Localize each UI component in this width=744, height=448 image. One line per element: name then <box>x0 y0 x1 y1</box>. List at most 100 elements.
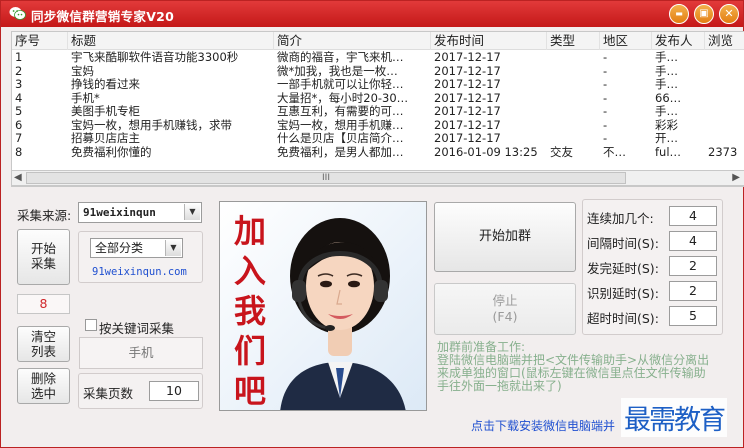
table-row[interactable]: 8 免费福利你懂的 免费福利，是男人都加… 2016-01-09 13:25 交友 不… f… <box>12 146 744 160</box>
source-select[interactable]: 91weixinqun ▼ <box>78 202 202 223</box>
table-cell: 1 <box>15 51 23 64</box>
window-title: 同步微信群营销专家V20 <box>31 9 175 24</box>
pages-group: 采集页数 10 <box>78 373 203 409</box>
table-cell: 3 <box>15 78 23 91</box>
setting-input[interactable]: 2 <box>669 281 717 301</box>
setting-input[interactable]: 5 <box>669 306 717 326</box>
table-row[interactable]: 4 手机* 大量招*，每小时20-30… 2017-12-17 - 66… <box>12 92 744 106</box>
table-cell: 开… <box>655 132 678 145</box>
table-cell <box>705 119 744 133</box>
table-cell: 2017-12-17 <box>434 105 501 118</box>
collected-count: 8 <box>17 294 70 314</box>
column-header-publisher[interactable]: 发布人 <box>652 32 705 50</box>
category-select[interactable]: 全部分类 ▼ <box>90 238 183 258</box>
keyword-input[interactable]: 手机 <box>79 337 203 369</box>
column-header-index[interactable]: 序号 <box>12 32 68 50</box>
table-cell: - <box>603 91 608 105</box>
source-site-link[interactable]: 91weixinqun.com <box>92 266 187 278</box>
column-header-date[interactable]: 发布时间 <box>431 32 547 50</box>
table-cell: 5 <box>15 105 23 118</box>
table-cell: 大量招*，每小时20-30… <box>277 91 409 105</box>
table-row[interactable]: 6 宝妈一枚，想用手机赚钱，求带 宝妈一枚，想用手机赚… 2017-12-17 - 彩彩 <box>12 119 744 133</box>
close-button[interactable]: ✕ <box>719 4 739 24</box>
setting-label: 连续加几个: <box>587 211 654 226</box>
scroll-right-icon[interactable]: ▶ <box>732 172 740 183</box>
table-cell: 2017-12-17 <box>434 118 501 132</box>
table-cell: 手… <box>655 64 678 78</box>
setting-input[interactable]: 4 <box>669 206 717 226</box>
delete-selected-button[interactable]: 删除 选中 <box>17 368 70 404</box>
category-group: 全部分类 ▼ 91weixinqun.com <box>78 231 203 283</box>
chevron-down-icon[interactable]: ▼ <box>165 240 181 256</box>
stop-button[interactable]: 停止 (F4) <box>434 283 576 335</box>
table-cell: 美图手机专柜 <box>71 105 140 118</box>
keyword-checkbox-label[interactable]: 按关键词采集 <box>99 318 174 337</box>
table-cell: 宝妈 <box>71 64 94 78</box>
table-row[interactable]: 1 宇飞来酷聊软件语音功能3300秒 微商的福音，宇飞来机… 2017-12-17 - 手… <box>12 51 744 65</box>
posts-table[interactable]: 序号 标题 简介 发布时间 类型 地区 发布人 浏览 1 宇飞来酷聊软件语音功能3… <box>11 31 744 187</box>
app-window: 同步微信群营销专家V20 ▬ ▣ ✕ 序号 标题 简介 发布时间 类型 地区 发… <box>0 0 744 448</box>
table-cell <box>547 105 600 119</box>
table-cell: 免费福利，是男人都加… <box>277 145 404 159</box>
column-header-title[interactable]: 标题 <box>68 32 274 50</box>
table-cell <box>547 78 600 92</box>
start-collect-button[interactable]: 开始 采集 <box>17 229 70 285</box>
minimize-button[interactable]: ▬ <box>669 4 689 24</box>
watermark-logo: 最需教育 <box>621 398 727 437</box>
setting-label: 间隔时间(S): <box>587 236 659 251</box>
column-header-region[interactable]: 地区 <box>600 32 652 50</box>
join-us-banner-image[interactable]: 加入我们吧 <box>219 201 427 411</box>
scroll-left-icon[interactable]: ◀ <box>14 172 22 183</box>
title-bar[interactable]: 同步微信群营销专家V20 ▬ ▣ ✕ <box>1 1 743 27</box>
table-cell: ful… <box>655 145 682 159</box>
start-add-group-button[interactable]: 开始加群 <box>434 202 576 272</box>
table-cell <box>547 51 600 65</box>
scrollbar-thumb[interactable]: III <box>26 172 626 184</box>
table-cell: 挣钱的看过来 <box>71 78 140 91</box>
setting-label: 识别延时(S): <box>587 286 659 301</box>
table-cell: 2017-12-17 <box>434 91 501 105</box>
table-cell: 2017-12-17 <box>434 64 501 78</box>
source-label: 采集来源: <box>17 208 72 223</box>
chevron-down-icon[interactable]: ▼ <box>184 204 200 220</box>
table-cell: - <box>603 78 608 91</box>
table-row[interactable]: 3 挣钱的看过来 一部手机就可以让你轻… 2017-12-17 - 手… <box>12 78 744 92</box>
table-row[interactable]: 7 招募贝店店主 什么是贝店【贝店简介… 2017-12-17 - 开… <box>12 132 744 146</box>
wechat-logo-icon <box>9 7 26 20</box>
setting-input[interactable]: 4 <box>669 231 717 251</box>
table-cell <box>547 132 600 146</box>
table-cell: 2373 <box>708 145 738 159</box>
table-cell <box>705 51 744 65</box>
table-cell <box>547 92 600 106</box>
table-cell: 宝妈一枚，想用手机赚… <box>277 118 404 132</box>
table-cell: 微*加我，我也是一枚… <box>277 64 398 78</box>
horizontal-scrollbar[interactable]: ◀ III ▶ <box>11 170 744 186</box>
table-cell <box>705 78 744 92</box>
maximize-button[interactable]: ▣ <box>694 4 714 24</box>
column-header-views[interactable]: 浏览 <box>705 32 744 50</box>
table-cell: 彩彩 <box>655 118 678 132</box>
table-cell: 互惠互利，有需要的可… <box>277 105 404 118</box>
table-row[interactable]: 2 宝妈 微*加我，我也是一枚… 2017-12-17 - 手… <box>12 65 744 79</box>
table-cell <box>547 65 600 79</box>
timing-settings-group: 连续加几个: 4 间隔时间(S): 4 发完延时(S): 2 识别延时(S): 2 超时时间(S… <box>582 199 723 335</box>
table-cell: - <box>603 51 608 64</box>
table-row[interactable]: 5 美图手机专柜 互惠互利，有需要的可… 2017-12-17 - 手… <box>12 105 744 119</box>
table-cell: 6 <box>15 118 23 132</box>
setting-input[interactable]: 2 <box>669 256 717 276</box>
table-cell: 2016-01-09 13:25 <box>434 145 538 159</box>
pages-input[interactable]: 10 <box>149 381 199 401</box>
table-cell: - <box>603 118 608 132</box>
clear-list-button[interactable]: 清空 列表 <box>17 326 70 362</box>
table-cell <box>705 132 744 146</box>
column-header-summary[interactable]: 简介 <box>274 32 431 50</box>
table-cell: 66… <box>655 91 682 105</box>
table-cell: - <box>603 105 608 118</box>
setting-label: 超时时间(S): <box>587 311 659 326</box>
download-wechat-link[interactable]: 点击下载安装微信电脑端并 <box>471 417 615 434</box>
table-cell: 微商的福音，宇飞来机… <box>277 51 404 64</box>
table-cell: 什么是贝店【贝店简介… <box>277 132 404 145</box>
keyword-checkbox[interactable] <box>85 319 97 331</box>
column-header-type[interactable]: 类型 <box>547 32 600 50</box>
prep-note-body: 登陆微信电脑端并把<文件传输助手>从微信分离出来成单独的窗口(鼠标左键在微信里点… <box>437 353 710 393</box>
